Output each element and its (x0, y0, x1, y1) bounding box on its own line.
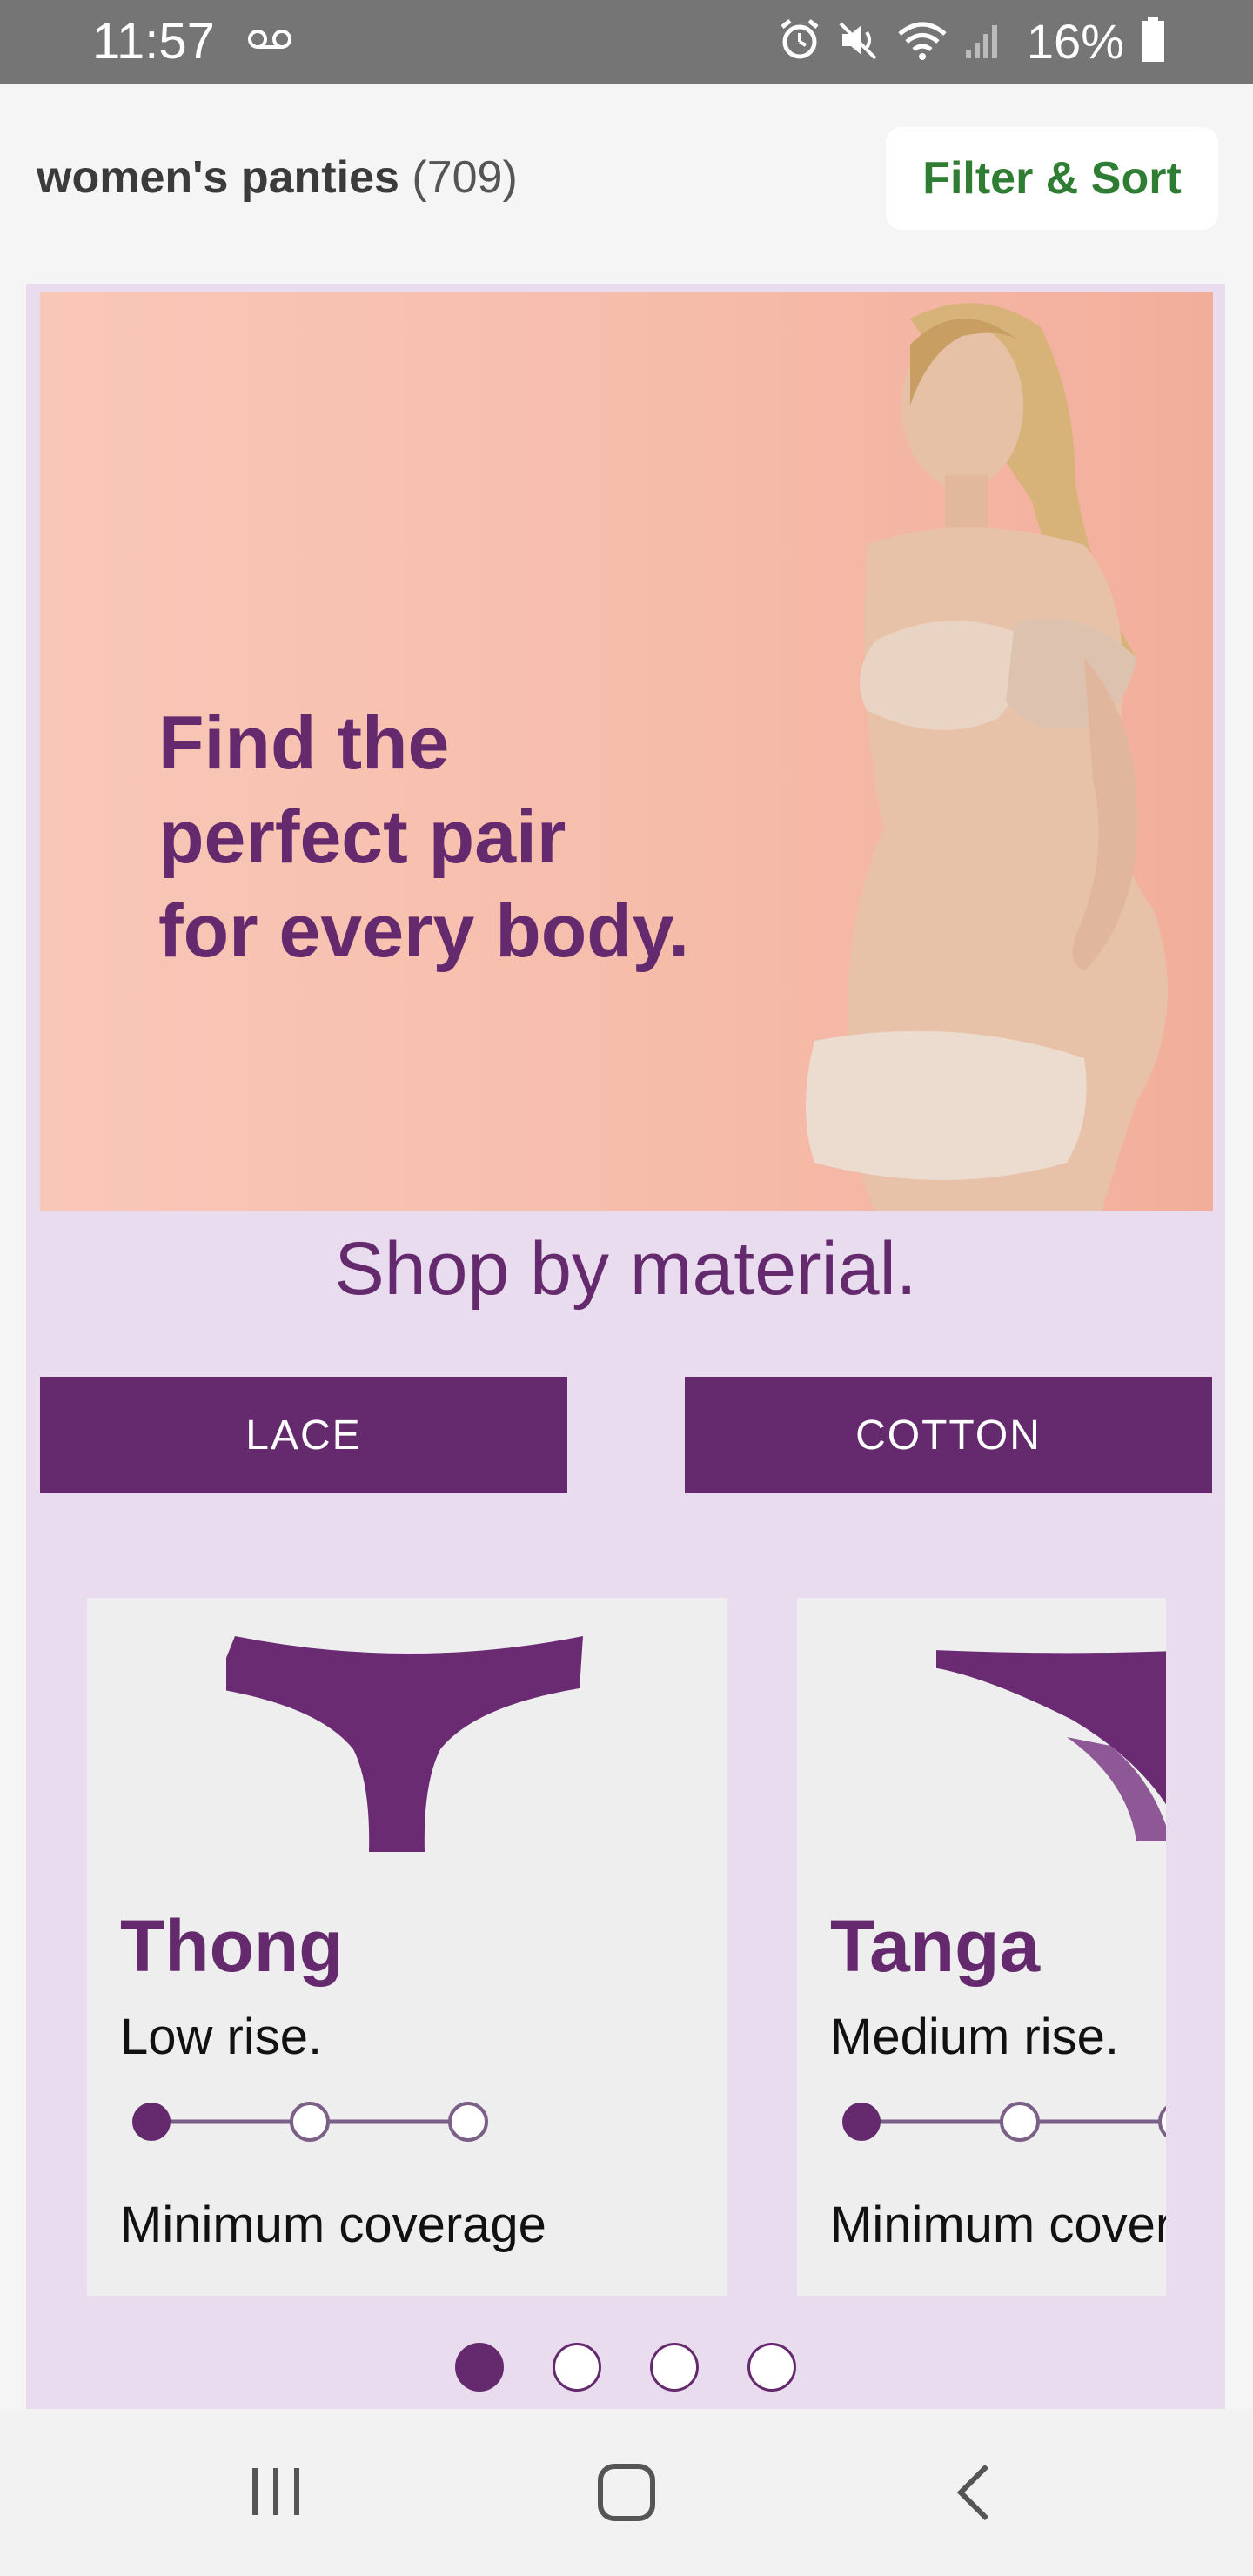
page-title: women's panties (709) (37, 151, 518, 204)
carousel-dot-4[interactable] (747, 2343, 796, 2392)
carousel-dot-3[interactable] (650, 2343, 699, 2392)
signal-icon (964, 18, 1004, 66)
thong-image (226, 1636, 583, 1852)
page-header: women's panties (709) Filter & Sort (0, 84, 1253, 284)
carousel-dot-1[interactable] (455, 2343, 504, 2392)
cotton-button[interactable]: COTTON (685, 1377, 1212, 1493)
system-nav-bar (0, 2409, 1253, 2576)
coverage-scale (132, 2102, 488, 2142)
lace-button[interactable]: LACE (40, 1377, 567, 1493)
category-name: women's panties (37, 152, 399, 203)
coverage-scale (842, 2102, 1166, 2142)
hero-banner[interactable]: Find the perfect pair for every body. (40, 292, 1213, 1211)
carousel-dot-2[interactable] (553, 2343, 601, 2392)
style-coverage: Minimum coverage (830, 2197, 1166, 2253)
style-rise: Low rise. (120, 2009, 323, 2065)
style-card-thong[interactable]: Thong Low rise. Minimum coverage (87, 1598, 727, 2296)
filter-sort-button[interactable]: Filter & Sort (886, 127, 1218, 230)
style-card-tanga[interactable]: Tanga Medium rise. Minimum coverage (797, 1598, 1166, 2296)
clock: 11:57 (92, 13, 215, 70)
battery-icon (1140, 16, 1166, 68)
promo-panel: Find the perfect pair for every body. Sh… (26, 284, 1225, 2409)
alarm-icon (778, 18, 821, 66)
battery-percent: 16% (1026, 14, 1124, 69)
carousel-pagination (26, 2343, 1225, 2392)
section-title: Shop by material. (334, 1227, 917, 1311)
tanga-image (936, 1650, 1166, 1841)
wifi-icon (896, 18, 948, 66)
home-icon[interactable] (595, 2461, 658, 2528)
back-icon[interactable] (948, 2461, 1001, 2528)
mute-icon (837, 18, 881, 66)
recent-apps-icon[interactable] (245, 2461, 306, 2526)
status-bar: 11:57 16% (0, 0, 1253, 84)
voicemail-icon (247, 26, 292, 57)
model-photo (806, 303, 1168, 1211)
style-coverage: Minimum coverage (120, 2197, 546, 2253)
style-name: Tanga (830, 1905, 1041, 1987)
style-carousel[interactable]: Thong Low rise. Minimum coverage Tanga M… (87, 1598, 1166, 2296)
style-rise: Medium rise. (830, 2009, 1119, 2065)
style-name: Thong (120, 1905, 344, 1987)
result-count: (709) (412, 152, 518, 203)
